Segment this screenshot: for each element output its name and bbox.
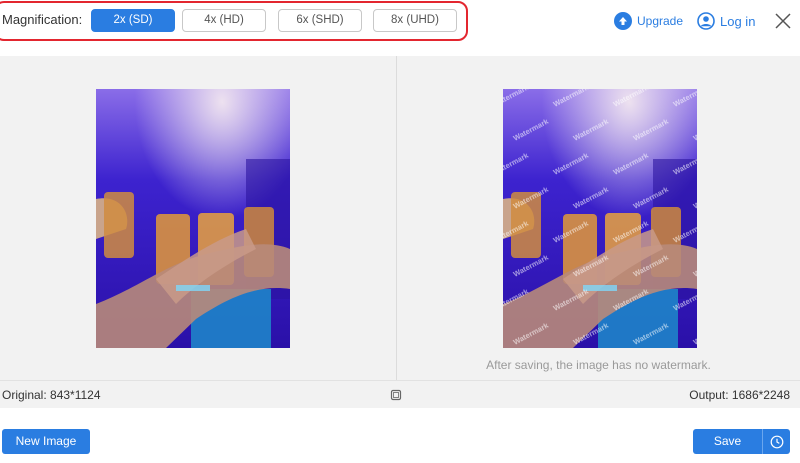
magnification-label: Magnification: [2, 12, 83, 27]
info-bar: Original: 843*1124 Output: 1686*2248 [0, 380, 800, 408]
upgrade-label: Upgrade [637, 14, 684, 28]
preview-divider [396, 56, 397, 380]
magnification-8x-button[interactable]: 8x (UHD) [373, 9, 457, 32]
output-size-label: Output: 1686*2248 [689, 388, 790, 402]
login-label: Log in [720, 13, 756, 29]
original-size-label: Original: 843*1124 [2, 388, 101, 402]
upgrade-button[interactable]: Upgrade [614, 11, 683, 31]
compare-icon[interactable] [390, 389, 402, 401]
new-image-button[interactable]: New Image [2, 429, 90, 454]
magnification-4x-button[interactable]: 4x (HD) [182, 9, 266, 32]
history-button[interactable] [762, 429, 790, 454]
magnification-6x-button[interactable]: 6x (SHD) [278, 9, 362, 32]
clock-icon [770, 435, 783, 448]
login-button[interactable]: Log in [697, 10, 755, 32]
save-button-group: Save [693, 429, 790, 454]
output-image-preview: Watermark Watermark Watermark Watermark Wate… [503, 89, 697, 348]
save-button[interactable]: Save [693, 429, 762, 454]
preview-area: Watermark Watermark Watermark Watermark Wate… [0, 56, 800, 380]
watermark-note: After saving, the image has no watermark… [486, 358, 711, 372]
magnification-2x-button[interactable]: 2x (SD) [91, 9, 175, 32]
original-image [96, 89, 290, 348]
user-icon [697, 12, 715, 30]
close-icon[interactable] [773, 11, 793, 31]
top-bar: Magnification: 2x (SD) 4x (HD) 6x (SHD) … [0, 0, 800, 56]
image-upscaler-window: Magnification: 2x (SD) 4x (HD) 6x (SHD) … [0, 0, 800, 463]
upgrade-arrow-icon [614, 12, 632, 30]
